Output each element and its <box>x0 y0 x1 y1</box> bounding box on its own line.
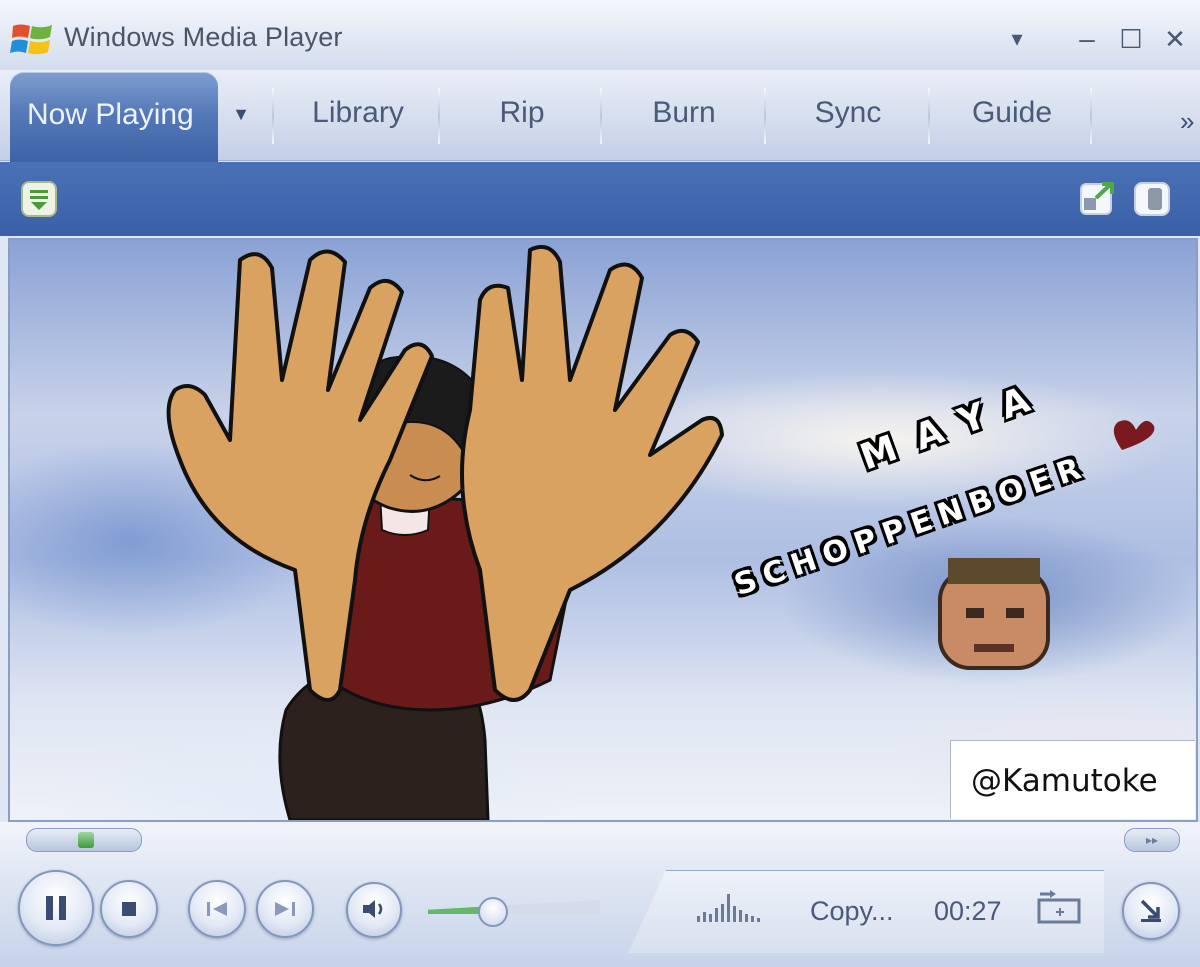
menu-dropdown-button[interactable]: ▾ <box>1000 22 1034 56</box>
close-button[interactable]: ✕ <box>1158 22 1192 56</box>
next-icon <box>275 902 295 916</box>
tab-now-playing-label: Now Playing <box>27 98 194 131</box>
video-display[interactable]: MAYA SCHOPPENBOER @Kamutoke <box>8 238 1198 822</box>
repeat-icon[interactable] <box>1036 890 1084 926</box>
fullscreen-icon[interactable] <box>1132 180 1172 218</box>
window-title: Windows Media Player <box>64 22 343 52</box>
tab-burn[interactable]: Burn <box>618 96 750 140</box>
stop-icon <box>122 902 136 916</box>
status-text: Copy... <box>810 896 894 926</box>
compact-mode-icon[interactable] <box>1078 180 1118 218</box>
media-player-window: Windows Media Player ▾ – ☐ ✕ Now Playing… <box>0 0 1200 967</box>
switch-to-skin-icon <box>1140 899 1161 922</box>
now-playing-toolbar <box>0 162 1200 236</box>
now-playing-dropdown-icon[interactable]: ▼ <box>228 104 254 128</box>
video-frame-artwork <box>166 245 1155 820</box>
tab-separator <box>928 88 930 144</box>
pause-icon <box>46 896 66 920</box>
tab-separator <box>764 88 766 144</box>
switch-to-skin-button[interactable] <box>1122 882 1180 940</box>
tab-separator <box>438 88 440 144</box>
tab-guide[interactable]: Guide <box>946 96 1078 140</box>
tab-separator <box>272 88 274 144</box>
tab-library[interactable]: Library <box>290 96 426 140</box>
pause-button[interactable] <box>18 870 94 946</box>
tab-sync[interactable]: Sync <box>782 96 914 140</box>
mute-button[interactable] <box>346 882 402 938</box>
volume-thumb[interactable] <box>478 897 508 927</box>
maximize-button[interactable]: ☐ <box>1114 22 1148 56</box>
seek-thumb[interactable] <box>78 832 94 848</box>
minimize-button[interactable]: – <box>1070 22 1104 56</box>
next-button[interactable] <box>256 880 314 938</box>
equalizer-icon <box>697 894 760 922</box>
artist-credit: @Kamutoke <box>971 763 1158 799</box>
mute-icon <box>363 900 383 918</box>
pixel-face-sticker <box>938 558 1050 670</box>
fast-forward-button[interactable]: ▸▸ <box>1124 828 1180 852</box>
previous-button[interactable] <box>188 880 246 938</box>
stop-button[interactable] <box>100 880 158 938</box>
more-tabs-button[interactable]: » <box>1180 106 1194 137</box>
now-playing-options-icon[interactable] <box>20 180 58 218</box>
tab-now-playing[interactable]: Now Playing <box>10 72 218 164</box>
windows-logo-icon <box>10 24 52 55</box>
tab-separator <box>1090 88 1092 144</box>
elapsed-time: 00:27 <box>934 896 1002 926</box>
tab-rip[interactable]: Rip <box>456 96 588 140</box>
previous-icon <box>207 902 227 916</box>
tab-separator <box>600 88 602 144</box>
artist-credit-box: @Kamutoke <box>950 740 1195 819</box>
